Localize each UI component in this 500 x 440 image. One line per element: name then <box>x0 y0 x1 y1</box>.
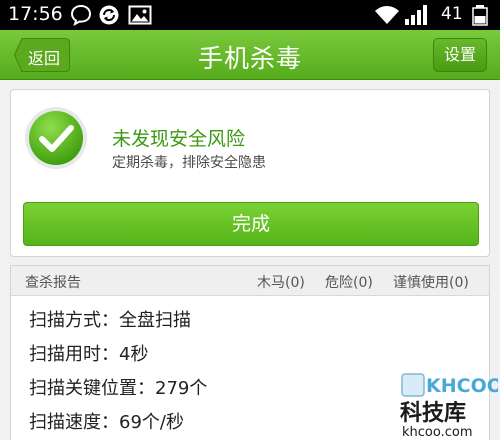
signal-icon <box>405 5 427 25</box>
scan-key-locations: 扫描关键位置：279个 <box>29 378 208 399</box>
scan-mode: 扫描方式：全盘扫描 <box>29 310 191 331</box>
caution-count: 谨慎使用(0) <box>393 275 469 291</box>
khcoo-logo-icon: KHCOO 科技库 khcoo.com <box>400 373 500 440</box>
scan-result-card: 未发现安全风险 定期杀毒，排除安全隐患 完成 <box>10 89 490 257</box>
svg-text:KHCOO: KHCOO <box>426 375 498 397</box>
sync-icon <box>99 5 119 25</box>
status-time: 17:56 <box>8 3 63 25</box>
scan-duration: 扫描用时：4秒 <box>29 344 149 365</box>
watermark-logo: KHCOO 科技库 khcoo.com <box>398 370 500 440</box>
battery-level: 41 <box>441 4 463 24</box>
battery-icon <box>472 5 488 26</box>
done-button[interactable]: 完成 <box>23 202 479 246</box>
status-bar: 17:56 41 <box>0 0 500 30</box>
page-title: 手机杀毒 <box>197 44 302 73</box>
trojan-count: 木马(0) <box>257 275 305 291</box>
check-badge-icon <box>25 107 87 169</box>
app-header: 返回 手机杀毒 设置 <box>0 30 500 80</box>
report-header: 查杀报告 木马(0) 危险(0) 谨慎使用(0) <box>11 266 489 296</box>
chat-bubble-icon <box>70 4 92 26</box>
wifi-icon <box>375 6 399 24</box>
result-title: 未发现安全风险 <box>112 128 246 150</box>
danger-count: 危险(0) <box>325 275 373 291</box>
settings-button[interactable]: 设置 <box>433 38 487 72</box>
svg-text:科技库: 科技库 <box>400 401 466 426</box>
report-title: 查杀报告 <box>25 275 81 291</box>
result-subtitle: 定期杀毒，排除安全隐患 <box>112 155 266 171</box>
scan-speed: 扫描速度：69个/秒 <box>29 412 184 433</box>
svg-text:khcoo.com: khcoo.com <box>402 425 473 440</box>
image-icon <box>128 5 152 25</box>
